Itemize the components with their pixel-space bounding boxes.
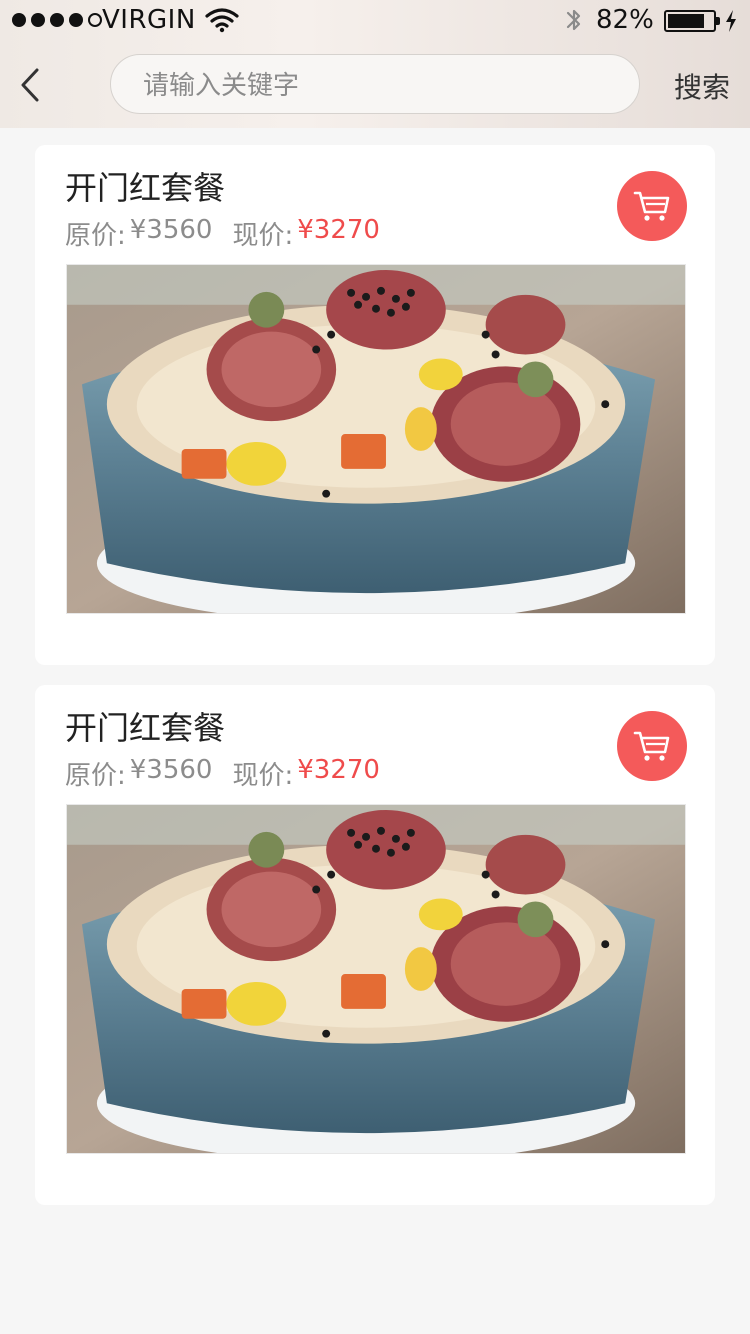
- battery-icon: [664, 10, 720, 32]
- cart-icon: [633, 191, 670, 221]
- signal-dot: [50, 13, 64, 27]
- product-card[interactable]: 开门红套餐 原价: ¥3560 现价: ¥3270: [35, 685, 715, 1205]
- cart-icon: [633, 731, 670, 761]
- battery-nub: [716, 17, 720, 25]
- signal-strength-icon: [12, 13, 102, 27]
- add-to-cart-button[interactable]: [617, 711, 687, 781]
- signal-dot: [88, 13, 102, 27]
- top-header: VIRGIN 82% 搜索: [0, 0, 750, 128]
- product-card[interactable]: 开门红套餐 原价: ¥3560 现价: ¥3270: [35, 145, 715, 665]
- back-arrow-icon[interactable]: [18, 66, 42, 104]
- product-image[interactable]: [66, 804, 686, 1154]
- charging-bolt-icon: [726, 10, 736, 32]
- carrier-name: VIRGIN: [102, 5, 196, 35]
- signal-dot: [69, 13, 83, 27]
- search-bar: [110, 54, 640, 114]
- add-to-cart-button[interactable]: [617, 171, 687, 241]
- original-price-label: 原价:: [65, 761, 126, 791]
- current-price-label: 现价:: [232, 761, 294, 791]
- product-title: 开门红套餐: [65, 709, 226, 747]
- bluetooth-icon: [566, 9, 581, 31]
- current-price: ¥3270: [297, 215, 380, 245]
- product-image[interactable]: [66, 264, 686, 614]
- search-input[interactable]: [141, 65, 615, 107]
- status-bar: VIRGIN 82%: [0, 0, 750, 40]
- original-price: ¥3560: [129, 755, 213, 785]
- current-price: ¥3270: [297, 755, 380, 785]
- price-row: 原价: ¥3560 现价: ¥3270: [65, 755, 380, 792]
- original-price: ¥3560: [129, 215, 213, 245]
- original-price-label: 原价:: [65, 221, 126, 251]
- wifi-icon: [205, 8, 239, 33]
- battery-fill: [668, 14, 704, 28]
- product-title: 开门红套餐: [65, 169, 226, 207]
- search-button[interactable]: 搜索: [674, 66, 730, 106]
- current-price-label: 现价:: [232, 221, 294, 251]
- signal-dot: [31, 13, 45, 27]
- price-row: 原价: ¥3560 现价: ¥3270: [65, 215, 380, 252]
- battery-percentage: 82%: [596, 5, 654, 35]
- signal-dot: [12, 13, 26, 27]
